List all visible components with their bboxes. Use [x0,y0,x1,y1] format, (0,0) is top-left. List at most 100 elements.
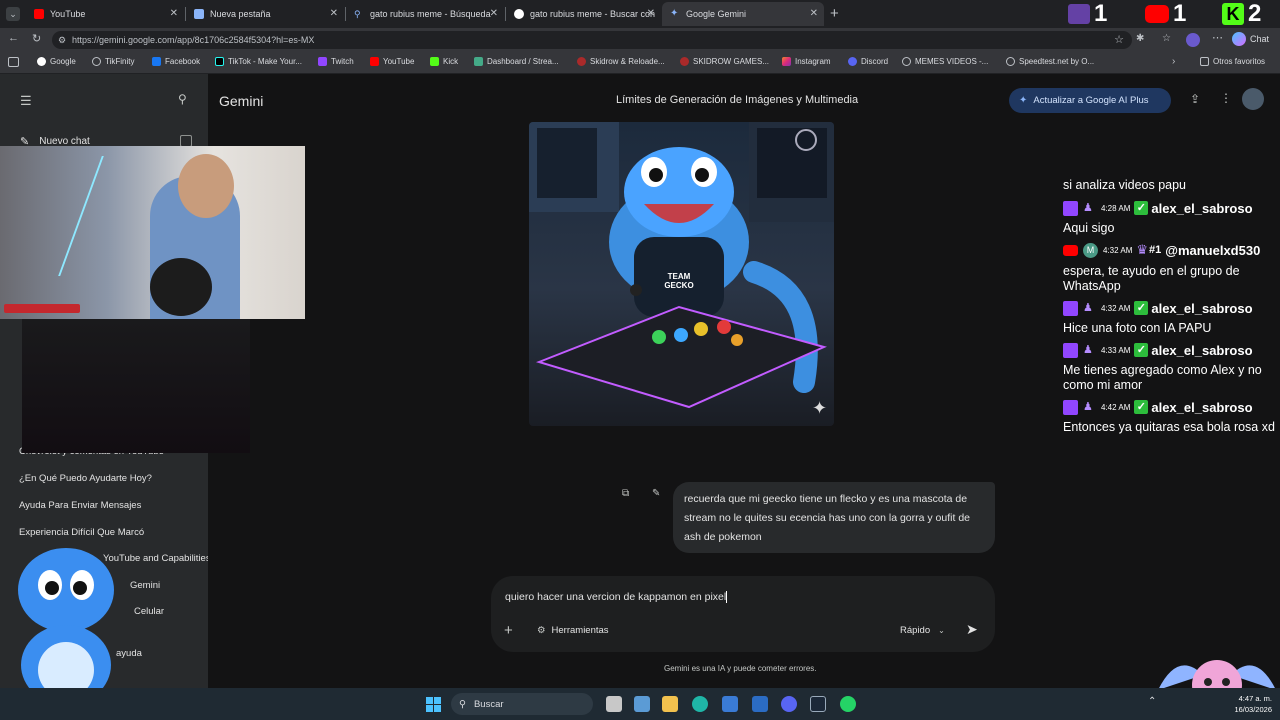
windows-taskbar: ⚲ Buscar ⌃ 4:47 a. m. 16/03/2026 [0,688,1280,720]
bookmark-item[interactable]: Kick [430,57,458,66]
bookmark-item[interactable]: Google [37,57,76,66]
more-menu-icon[interactable]: ⋯ [1212,31,1223,44]
crown-icon: ♛ [1136,242,1149,257]
taskbar-search[interactable]: ⚲ Buscar [451,693,593,715]
chat-button[interactable]: Chat [1232,32,1269,46]
generated-image[interactable]: ✦ TEAM GECKO [529,122,834,426]
prompt-input[interactable]: quiero hacer una vercion de kappamon en … [505,591,728,604]
twitch-viewers: 1 [1068,2,1107,26]
bookmark-item[interactable]: YouTube [370,57,414,66]
bookmark-item[interactable]: TikTok - Make Your... [215,57,302,66]
chat-meta: ♟ 4:32 AM ✓ alex_el_sabroso [1063,300,1253,316]
twitch-icon [1068,4,1090,24]
tab-youtube[interactable]: YouTube ✕ [26,2,184,26]
streamer-head [178,154,234,218]
reload-icon[interactable]: ↻ [32,32,41,45]
chat-message: si analiza videos papu [1063,178,1186,192]
close-icon[interactable]: ✕ [490,8,498,19]
bookmark-item[interactable]: Twitch [318,57,354,66]
tab-label: gato rubius meme - Búsqueda [370,9,491,19]
bookmark-star-icon[interactable]: ☆ [1114,31,1124,49]
twitch-icon [1063,342,1078,358]
address-bar: ← ↻ ⚙ https://gemini.google.com/app/8c17… [0,28,1280,52]
clock[interactable]: 4:47 a. m. 16/03/2026 [1202,693,1272,715]
recent-chat-item[interactable]: Ayuda Para Enviar Mensajes [19,500,141,511]
chat-meta: M 4:32 AM ♛ #1 @manuelxd530 [1063,242,1260,258]
tray-chevron-icon[interactable]: ⌃ [1148,696,1156,707]
search-icon: ⚲ [354,9,361,19]
file-explorer-icon[interactable] [662,696,678,712]
bookmark-item[interactable]: Skidrow & Reloade... [577,57,665,66]
extensions-icon[interactable]: ✱ [1136,33,1144,44]
copy-icon[interactable]: ⧉ [622,488,629,499]
tab-new-tab[interactable]: Nueva pestaña ✕ [186,2,344,26]
other-favorites-folder[interactable]: Otros favoritos [1200,57,1265,66]
skull-icon [680,57,689,66]
bookmark-item[interactable]: Facebook [152,57,200,66]
model-mode-selector[interactable]: Rápido ⌄ [900,625,945,636]
mail-icon[interactable] [752,696,768,712]
send-icon[interactable]: ➤ [966,621,978,638]
folder-icon [1200,57,1209,66]
recent-chat-item[interactable]: Gemini [130,580,160,591]
gemini-brand[interactable]: Gemini [219,93,263,109]
tab-label: gato rubius meme - Buscar con Go [530,9,655,19]
bookmark-item[interactable]: MEMES VIDEOS -... [902,57,988,66]
site-info-icon[interactable]: ⚙ [58,31,66,49]
store-icon[interactable] [722,696,738,712]
task-view-icon[interactable] [606,696,622,712]
gecko-mascot [2,535,130,705]
profile-avatar[interactable] [1186,33,1200,47]
steam-icon[interactable] [810,696,826,712]
verified-icon: ✓ [1134,301,1149,315]
whatsapp-icon[interactable] [840,696,856,712]
edit-message-icon[interactable]: ✎ [652,488,660,499]
widgets-icon[interactable] [634,696,650,712]
tab-search-button[interactable]: ⌄ [6,7,20,21]
twitch-icon [318,57,327,66]
close-icon[interactable]: ✕ [810,8,818,19]
edge-icon[interactable] [692,696,708,712]
conversation-title[interactable]: Límites de Generación de Imágenes y Mult… [616,94,858,106]
chat-message: Hice una foto con IA PAPU [1063,321,1212,335]
tab-gemini[interactable]: ✦ Google Gemini ✕ [662,2,824,26]
close-icon[interactable]: ✕ [647,8,655,19]
start-icon[interactable] [426,697,441,712]
close-icon[interactable]: ✕ [170,8,178,19]
user-icon: ♟ [1083,344,1093,356]
bookmark-item[interactable]: SKIDROW GAMES... [680,57,769,66]
tools-button[interactable]: ⚙ Herramientas [537,625,609,636]
recent-chat-item[interactable]: Celular [134,606,164,617]
upgrade-button[interactable]: ✦ Actualizar a Google AI Plus [1009,88,1171,113]
bookmarks-bar: Google TikFinity Facebook TikTok - Make … [0,52,1280,74]
user-avatar[interactable] [1242,88,1264,110]
chevron-right-icon[interactable]: › [1172,56,1175,67]
share-icon[interactable]: ⇪ [1190,92,1200,106]
close-icon[interactable]: ✕ [330,8,338,19]
menu-icon[interactable]: ☰ [20,93,32,109]
copilot-icon [1232,32,1246,46]
tab-actions-icon[interactable] [8,57,19,67]
bookmark-item[interactable]: Discord [848,57,888,66]
tab-bing-search[interactable]: ⚲ gato rubius meme - Búsqueda ✕ [346,2,504,26]
add-icon[interactable]: + [504,622,513,639]
bookmark-item[interactable]: Dashboard / Strea... [474,57,559,66]
chat-meta: ♟ 4:33 AM ✓ alex_el_sabroso [1063,342,1253,358]
bookmark-item[interactable]: Instagram [782,57,831,66]
new-tab-button[interactable]: + [830,5,839,22]
favorites-icon[interactable]: ☆ [1162,33,1171,44]
bookmark-item[interactable]: Speedtest.net by O... [1006,57,1094,66]
video-overlay [22,319,250,453]
bookmark-item[interactable]: TikFinity [92,57,134,66]
search-icon[interactable]: ⚲ [178,92,187,106]
discord-icon[interactable] [781,696,797,712]
recent-chat-item[interactable]: ¿En Qué Puedo Ayudarte Hoy? [19,473,152,484]
back-icon[interactable]: ← [8,32,19,44]
user-icon: ♟ [1083,302,1093,314]
social-tag [4,304,80,313]
text-cursor [726,591,728,604]
more-options-icon[interactable]: ⋮ [1220,91,1232,105]
chat-message: Entonces ya quitaras esa bola rosa xd [1063,420,1275,434]
tab-google-search[interactable]: gato rubius meme - Buscar con Go ✕ [506,2,661,26]
url-field[interactable]: ⚙ https://gemini.google.com/app/8c1706c2… [52,31,1132,49]
